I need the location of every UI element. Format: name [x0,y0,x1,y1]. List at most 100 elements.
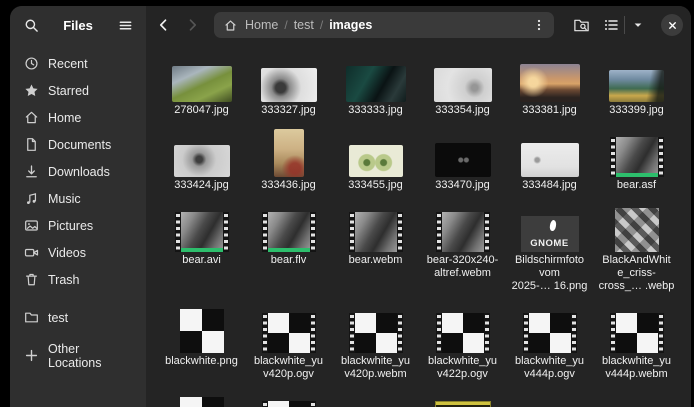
file-item[interactable]: blackwhite_yu v444p.webm [593,307,680,381]
sidebar-item-other-locations[interactable]: Other Locations [16,342,140,369]
video-thumbnail [610,131,664,177]
file-name: 333354.jpg [435,104,489,117]
file-name: BlackAndWhit e_criss- cross_… .webp [599,254,675,293]
breadcrumb-images[interactable]: images [329,18,372,32]
music-note-icon [24,191,39,206]
sidebar-item-test[interactable]: test [16,304,140,331]
gnome-logo-text: GNOME [530,238,568,249]
sidebar-nav: Recent Starred Home Documents Downloads … [10,44,146,375]
list-view-button[interactable] [598,12,624,38]
sidebar-separator [16,331,140,342]
photo-thumbnail [435,131,491,177]
video-thumbnail [175,206,229,252]
sidebar-item-pictures[interactable]: Pictures [16,212,140,239]
file-name: 333333.jpg [348,104,402,117]
file-item[interactable]: 333381.jpg [506,56,593,117]
photo-thumbnail [274,131,304,177]
file-item[interactable]: blackwhite_yu v422p.ogv [419,307,506,381]
image-thumbnail [180,395,224,407]
file-name: bear.flv [271,254,306,267]
file-item[interactable]: GNOME Bildschirmfoto vom 2025-… 16.png [506,206,593,293]
search-current-folder-button[interactable] [568,12,594,38]
file-name: blackwhite_yu v420p.ogv [254,355,323,381]
sidebar-separator [16,293,140,304]
app-title: Files [48,18,108,33]
folder-search-icon [573,17,590,34]
file-item-partial[interactable] [158,395,245,407]
file-item[interactable]: 333354.jpg [419,56,506,117]
video-thumbnail [436,206,490,252]
video-thumbnail [262,395,316,407]
breadcrumb-separator: / [284,18,287,32]
file-name: blackwhite_yu v420p.webm [341,355,410,381]
file-item[interactable]: blackwhite_yu v420p.ogv [245,307,332,381]
file-item-partial[interactable] [419,395,506,407]
back-button[interactable] [152,13,176,37]
sidebar-item-trash[interactable]: Trash [16,266,140,293]
video-thumbnail [262,206,316,252]
file-item[interactable]: 333424.jpg [158,131,245,192]
file-name: 333455.jpg [348,179,402,192]
trash-icon [24,272,39,287]
video-thumbnail [523,307,577,353]
image-thumbnail [180,307,224,353]
clock-icon [24,56,39,71]
sidebar-item-videos[interactable]: Videos [16,239,140,266]
view-options-button[interactable] [625,12,651,38]
view-switcher [598,12,651,38]
sidebar-header: Files [10,6,146,44]
sidebar-item-downloads[interactable]: Downloads [16,158,140,185]
plus-icon [24,348,39,363]
document-icon [24,137,39,152]
picture-icon [24,218,39,233]
file-name: 333399.jpg [609,104,663,117]
file-name: bear-320x240- altref.webm [427,254,499,280]
photo-thumbnail [261,56,317,102]
file-item[interactable]: bear.asf [593,131,680,192]
file-item[interactable]: 333333.jpg [332,56,419,117]
path-bar[interactable]: Home / test / images [214,12,554,38]
forward-button[interactable] [180,13,204,37]
breadcrumb-home[interactable]: Home [245,18,278,32]
file-item[interactable]: bear.flv [245,206,332,293]
sidebar-item-label: Recent [48,57,88,71]
sidebar-item-home[interactable]: Home [16,104,140,131]
file-view: 278047.jpg 333327.jpg 333333.jpg 333354.… [146,44,691,407]
file-name: blackwhite_yu v422p.ogv [428,355,497,381]
file-item[interactable]: 333399.jpg [593,56,680,117]
file-item[interactable]: blackwhite.png [158,307,245,381]
file-item[interactable]: 333455.jpg [332,131,419,192]
window-close-button[interactable] [661,14,683,36]
file-item[interactable]: blackwhite_yu v420p.webm [332,307,419,381]
file-item-partial[interactable] [245,395,332,407]
file-item[interactable]: bear-320x240- altref.webm [419,206,506,293]
video-thumbnail [349,206,403,252]
sidebar-item-label: Music [48,192,81,206]
file-item[interactable]: 333327.jpg [245,56,332,117]
file-item[interactable]: 278047.jpg [158,56,245,117]
file-item[interactable]: 333470.jpg [419,131,506,192]
breadcrumb-test[interactable]: test [294,18,314,32]
sidebar-item-music[interactable]: Music [16,185,140,212]
sidebar-item-starred[interactable]: Starred [16,77,140,104]
kebab-menu-icon[interactable] [530,18,548,32]
search-button[interactable] [18,12,44,38]
file-item[interactable]: 333436.jpg [245,131,332,192]
sidebar-item-documents[interactable]: Documents [16,131,140,158]
forward-chevron-icon [184,17,200,33]
file-name: 333484.jpg [522,179,576,192]
sidebar-item-label: Downloads [48,165,110,179]
home-icon [224,18,239,33]
file-grid: 278047.jpg 333327.jpg 333333.jpg 333354.… [158,56,691,407]
file-item[interactable]: 333484.jpg [506,131,593,192]
folder-icon [24,310,39,325]
main-menu-button[interactable] [112,12,138,38]
photo-thumbnail [174,131,230,177]
file-item[interactable]: BlackAndWhit e_criss- cross_… .webp [593,206,680,293]
file-name: 333436.jpg [261,179,315,192]
sidebar-item-recent[interactable]: Recent [16,50,140,77]
file-item[interactable]: blackwhite_yu v444p.ogv [506,307,593,381]
file-item[interactable]: bear.webm [332,206,419,293]
sidebar-item-label: Home [48,111,81,125]
file-item[interactable]: bear.avi [158,206,245,293]
